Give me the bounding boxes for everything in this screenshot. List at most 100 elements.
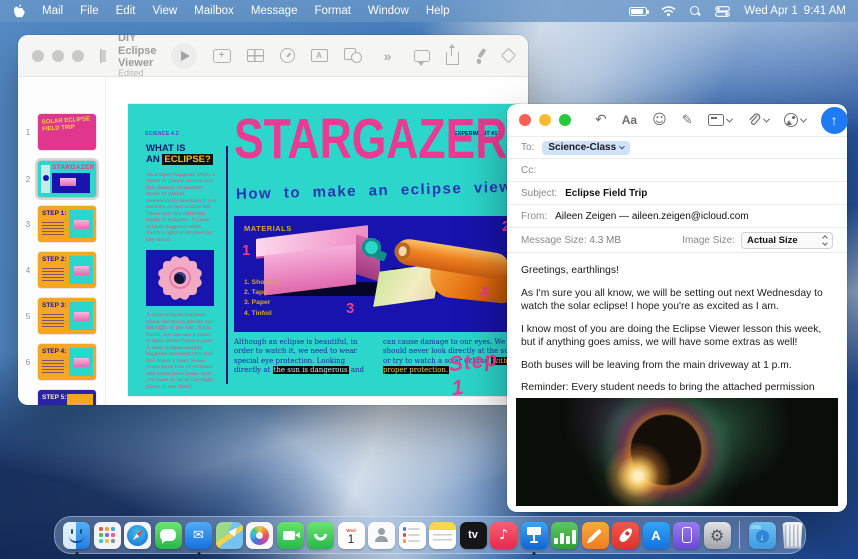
slide-navigator: 1 SOLAR ECLIPSE FIELD TRIP 2 STARGAZER 3… (18, 78, 106, 405)
dock-notes[interactable] (429, 522, 456, 549)
search-icon[interactable] (690, 6, 701, 17)
dock-apple-tv[interactable]: tv (460, 522, 487, 549)
menu-item[interactable]: Format (314, 5, 350, 17)
menu-item[interactable]: Edit (116, 5, 136, 17)
menu-item[interactable]: Window (368, 5, 409, 17)
dock-system-settings[interactable]: ⚙ (704, 522, 731, 549)
share-icon[interactable] (446, 52, 459, 65)
slide-thumbnail-2-selected[interactable]: 2 STARGAZER (18, 158, 106, 200)
dock-contacts[interactable] (368, 522, 395, 549)
table-icon[interactable] (247, 49, 264, 62)
dock-downloads[interactable]: ↓ (749, 522, 776, 549)
menu-bar-time: 9:41 AM (804, 5, 846, 17)
dock-phone[interactable] (307, 522, 334, 549)
from-field[interactable]: From: Aileen Zeigen — aileen.zeigen@iclo… (507, 205, 847, 228)
dock-app-store[interactable]: A (643, 522, 670, 549)
control-center-icon[interactable] (715, 6, 730, 17)
slide-thumbnail-3[interactable]: 3 STEP 1: (18, 206, 106, 242)
slide-stargazer: SCIENCE 4.2 EXPERIMENT #11 WHAT IS AN EC… (128, 104, 520, 396)
message-body[interactable]: Greetings, earthlings!As I'm sure you al… (507, 254, 847, 396)
downloads-folder-icon: ↓ (749, 522, 776, 549)
contacts-icon (368, 522, 395, 549)
menu-bar-clock[interactable]: Wed Apr 1 9:41 AM (744, 5, 846, 17)
text-box-icon[interactable]: A (311, 49, 328, 62)
more-tools-icon[interactable]: » (378, 46, 398, 66)
slide-thumbnail-4[interactable]: 4 STEP 2: (18, 252, 106, 288)
format-brush-icon[interactable] (475, 48, 489, 64)
menu-item[interactable]: File (80, 5, 99, 17)
header-fields-button[interactable] (708, 114, 732, 126)
to-field[interactable]: To: Science-Class (507, 136, 847, 159)
menu-item[interactable]: Help (426, 5, 450, 17)
dock-safari[interactable] (124, 522, 151, 549)
slide-thumbnail-6[interactable]: 6 STEP 4: (18, 344, 106, 380)
format-button[interactable]: Aa (622, 113, 637, 127)
dock-maps[interactable] (216, 522, 243, 549)
dock-facetime[interactable] (277, 522, 304, 549)
shape-icon[interactable] (344, 48, 362, 63)
wifi-icon[interactable] (661, 5, 676, 17)
menu-item[interactable]: Message (251, 5, 298, 17)
play-button[interactable] (171, 43, 197, 69)
menu-item[interactable]: Mail (42, 5, 63, 17)
slide-thumbnail-7[interactable]: 7 STEP 5: (18, 390, 106, 405)
eclipse-photo-attachment[interactable] (516, 398, 838, 506)
markup-icon[interactable]: ✎ (682, 113, 693, 128)
dock-finder[interactable] (63, 522, 90, 549)
dock-mail[interactable]: ✉ (185, 522, 212, 549)
animate-icon[interactable] (500, 48, 516, 64)
zoom-button[interactable] (72, 50, 84, 62)
body-paragraph: Greetings, earthlings! (521, 264, 833, 278)
close-button[interactable] (519, 114, 531, 126)
slide-thumbnail-5[interactable]: 5 STEP 3: (18, 298, 106, 334)
dock-pages[interactable] (582, 522, 609, 549)
menu-item[interactable]: Mailbox (194, 5, 234, 17)
chart-icon[interactable] (280, 48, 295, 63)
apple-menu-icon[interactable] (12, 4, 25, 19)
body-paragraph: I know most of you are doing the Eclipse… (521, 323, 833, 350)
subject-field[interactable]: Subject: Eclipse Field Trip (507, 182, 847, 205)
dock-divider (739, 521, 740, 549)
menu-item[interactable]: View (152, 5, 177, 17)
menu-bar: Mail File Edit View Mailbox Message Format Wind… (0, 0, 858, 22)
minimize-button[interactable] (52, 50, 64, 62)
dock-music[interactable]: ♪ (490, 522, 517, 549)
dock-rocket-app[interactable] (612, 522, 639, 549)
keynote-window-controls (32, 50, 84, 62)
minimize-button[interactable] (539, 114, 551, 126)
cc-field[interactable]: Cc: (507, 159, 847, 182)
battery-icon[interactable] (629, 7, 647, 16)
recipient-token[interactable]: Science-Class (542, 141, 630, 155)
insert-media-button[interactable] (784, 113, 806, 127)
zoom-button[interactable] (559, 114, 571, 126)
dock-messages[interactable] (155, 522, 182, 549)
dock-calendar[interactable]: Wed1 (338, 522, 365, 549)
dock-trash[interactable] (779, 522, 806, 549)
numbers-icon (551, 522, 578, 549)
attach-button[interactable] (747, 113, 769, 127)
safari-icon (124, 522, 151, 549)
send-button[interactable]: ↑ (821, 107, 848, 134)
menu-bar-date: Wed Apr 1 (744, 5, 798, 17)
close-button[interactable] (32, 50, 44, 62)
add-slide-button[interactable]: + (213, 49, 231, 63)
sidebar-toggle-icon[interactable] (100, 49, 102, 63)
dock-photos[interactable] (246, 522, 273, 549)
dock-launchpad[interactable] (94, 522, 121, 549)
dock-iphone-mirroring[interactable] (673, 522, 700, 549)
running-indicator (533, 552, 536, 555)
emoji-icon[interactable]: ☺ (652, 112, 667, 128)
dock-reminders[interactable] (399, 522, 426, 549)
slide-number: 4 (18, 266, 38, 275)
dock-keynote[interactable] (521, 522, 548, 549)
undo-icon[interactable]: ↶ (595, 112, 607, 128)
slide-thumbnail-1[interactable]: 1 SOLAR ECLIPSE FIELD TRIP (18, 114, 106, 150)
image-size-select[interactable]: Actual Size (741, 232, 833, 249)
slide-number: 7 (18, 404, 38, 406)
dock-numbers[interactable] (551, 522, 578, 549)
cc-label: Cc: (521, 165, 536, 176)
running-indicator (75, 552, 78, 555)
mail-compose-window: ↶ Aa ☺ ✎ ↑ To: Science-Class Cc: (507, 104, 847, 512)
slide-canvas: SCIENCE 4.2 EXPERIMENT #11 WHAT IS AN EC… (106, 78, 528, 405)
comment-icon[interactable] (414, 50, 430, 62)
